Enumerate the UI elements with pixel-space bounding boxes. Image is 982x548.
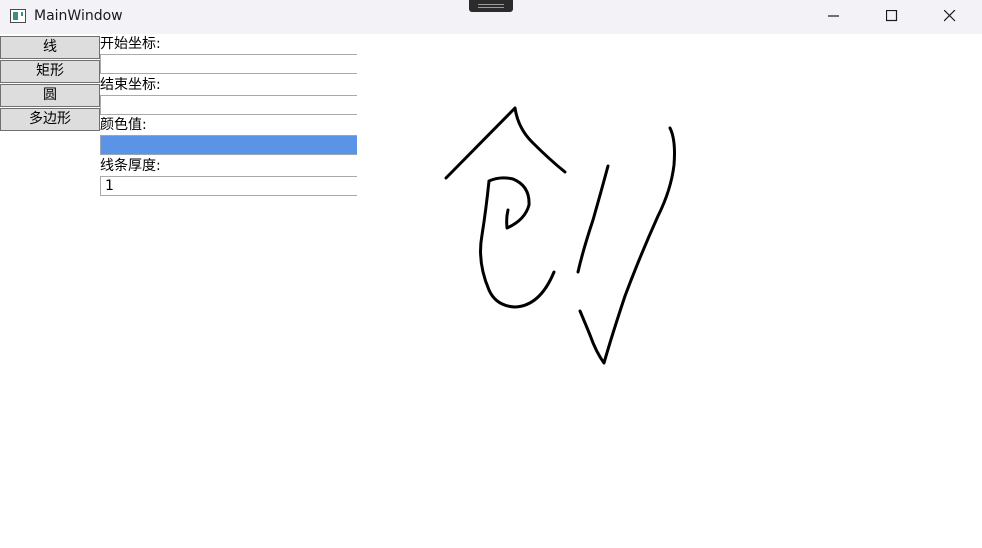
stroke-roof [444, 106, 567, 180]
minimize-button[interactable] [806, 0, 864, 34]
start-coordinate-input[interactable] [100, 54, 357, 74]
end-coordinate-label: 结束坐标: [100, 77, 161, 93]
line-tool-button[interactable]: 线 [0, 36, 100, 59]
stroke-left-line [576, 164, 610, 274]
end-coordinate-input[interactable] [100, 95, 357, 115]
stroke-spiral [479, 176, 556, 309]
minimize-icon [828, 15, 839, 17]
stroke-right-hook [578, 126, 676, 365]
color-value-input[interactable] [100, 135, 357, 155]
close-icon [944, 10, 956, 22]
drawing-area[interactable]: 线 矩形 圆 多边形 开始坐标: 结束坐标: 颜色值: 线条厚度: 1 [0, 34, 982, 548]
color-value-label: 颜色值: [100, 117, 147, 133]
close-button[interactable] [922, 0, 980, 34]
title-bar[interactable]: MainWindow [0, 0, 982, 34]
freehand-strokes [444, 106, 676, 365]
polygon-tool-button[interactable]: 多边形 [0, 108, 100, 131]
maximize-icon [886, 10, 898, 22]
line-thickness-input[interactable]: 1 [100, 176, 357, 196]
start-coordinate-label: 开始坐标: [100, 36, 161, 52]
circle-tool-button[interactable]: 圆 [0, 84, 100, 107]
maximize-button[interactable] [864, 0, 922, 34]
line-thickness-label: 线条厚度: [100, 158, 161, 174]
window-title: MainWindow [34, 8, 123, 24]
snap-grip-handle[interactable] [469, 0, 513, 12]
app-window-icon [10, 9, 26, 23]
rectangle-tool-button[interactable]: 矩形 [0, 60, 100, 83]
